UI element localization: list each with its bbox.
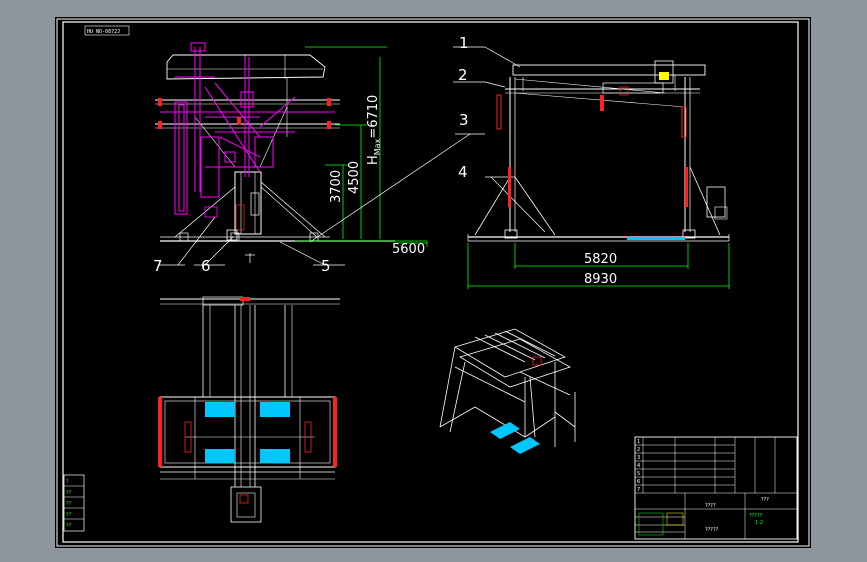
side-stamp-label-4: ?? xyxy=(66,512,72,518)
side-view xyxy=(467,60,730,242)
tb-part-label: ????? xyxy=(749,513,763,519)
top-view xyxy=(159,253,340,523)
side-stamp-label-2: ?? xyxy=(66,490,72,496)
front-view xyxy=(155,42,395,242)
dim-5600: 5600 xyxy=(392,242,425,257)
sheet-tag: HU NO-0872J xyxy=(87,29,120,35)
tb-ratio: 1:2 xyxy=(755,520,763,526)
callout-leaders xyxy=(158,46,546,266)
callout-4: 4 xyxy=(458,163,468,181)
dim-8930: 8930 xyxy=(584,272,617,287)
side-stamp-label-1: ? xyxy=(66,479,69,485)
tb-row-2: 2 xyxy=(637,447,640,453)
tb-row-4: 4 xyxy=(637,463,640,469)
tb-row-6: 6 xyxy=(637,479,640,485)
callout-1: 1 xyxy=(459,34,469,52)
callout-3: 3 xyxy=(459,111,469,129)
tb-row-3: 3 xyxy=(637,455,640,461)
drawing-sheet: HU NO-0872J HMax=6710 4500 3700 5600 7 6… xyxy=(55,17,811,548)
callout-5: 5 xyxy=(321,257,331,275)
dim-5820: 5820 xyxy=(584,252,617,267)
side-view-details xyxy=(496,72,688,240)
tb-row-1: 1 xyxy=(637,439,640,445)
tb-qmark-center: ???? xyxy=(705,503,716,509)
tb-row-5: 5 xyxy=(637,471,640,477)
tb-row-7: 7 xyxy=(637,487,640,493)
title-block: 1 2 3 4 5 6 7 ???? ??? ????? 1:2 ????? xyxy=(634,436,798,540)
cad-canvas: HU NO-0872J HMax=6710 4500 3700 5600 7 6… xyxy=(56,18,810,547)
dim-3700: 3700 xyxy=(329,170,344,203)
side-stamp-label-3: ?? xyxy=(66,501,72,507)
isometric-details xyxy=(490,356,542,454)
callout-7: 7 xyxy=(153,257,163,275)
callout-6: 6 xyxy=(201,257,211,275)
dim-4500: 4500 xyxy=(347,161,362,194)
dim-h-max: HMax=6710 xyxy=(366,95,382,165)
side-stamp: ? ?? ?? ?? ?? xyxy=(63,474,85,532)
tb-qmark-small: ??? xyxy=(761,497,769,503)
side-stamp-label-5: ?? xyxy=(66,523,72,529)
callout-2: 2 xyxy=(458,66,468,84)
tb-bottom-label: ????? xyxy=(705,527,719,533)
